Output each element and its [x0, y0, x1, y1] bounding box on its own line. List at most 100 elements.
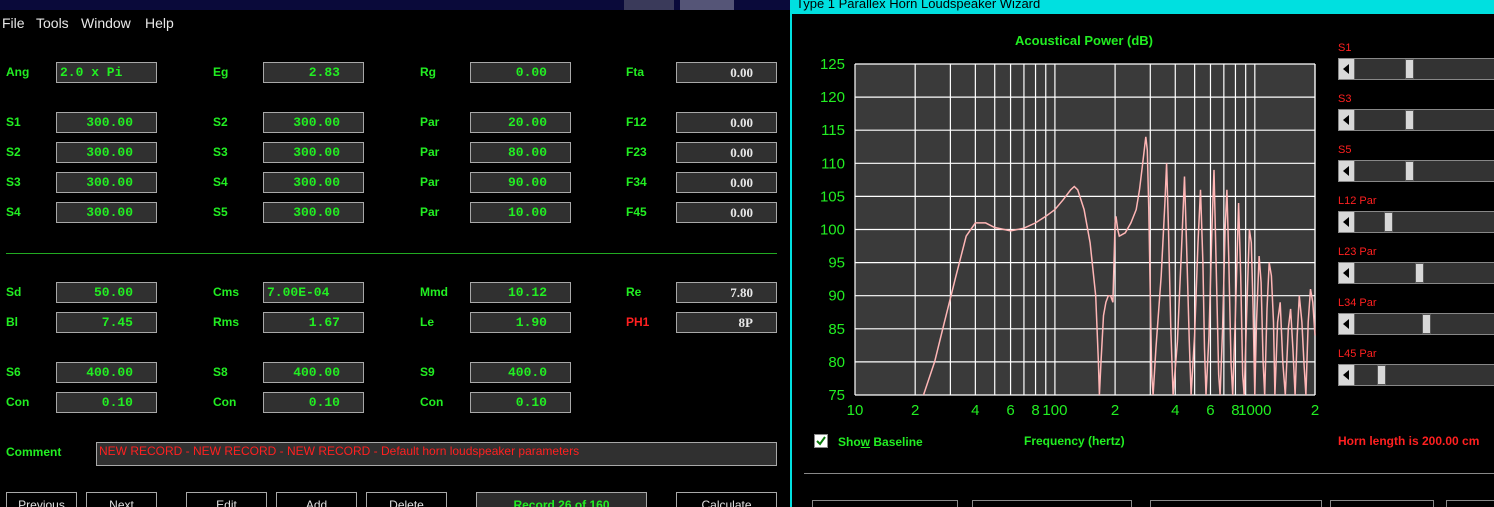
field-eg[interactable]: 2.83	[263, 62, 364, 83]
wizard-button-1[interactable]	[812, 500, 958, 507]
field-s9[interactable]: 400.0	[470, 362, 571, 383]
show-baseline-checkbox[interactable]	[814, 434, 828, 448]
field-s2-row2[interactable]: 300.00	[56, 142, 157, 163]
wizard-button-5[interactable]	[1446, 500, 1494, 507]
field-par-4[interactable]: 10.00	[470, 202, 571, 223]
field-par-3[interactable]: 90.00	[470, 172, 571, 193]
title-bar-button-max[interactable]	[680, 0, 734, 10]
slider-left-arrow-icon[interactable]	[1339, 110, 1355, 130]
field-con-3[interactable]: 0.10	[470, 392, 571, 413]
label-rms: Rms	[213, 315, 240, 329]
input-parameters-window: File Tools Window Help Ang 2.0 x Pi Eg 2…	[0, 0, 790, 507]
label-fta: Fta	[626, 65, 644, 79]
field-f45[interactable]: 0.00	[676, 202, 777, 223]
field-mmd[interactable]: 10.12	[470, 282, 571, 303]
slider-thumb[interactable]	[1376, 365, 1386, 385]
menu-help[interactable]: Help	[145, 12, 174, 34]
slider-track[interactable]	[1338, 313, 1494, 335]
field-s5[interactable]: 300.00	[263, 202, 364, 223]
x-tick-label: 6	[1206, 402, 1214, 419]
field-s8[interactable]: 400.00	[263, 362, 364, 383]
field-par-1[interactable]: 20.00	[470, 112, 571, 133]
label-s1: S1	[6, 115, 21, 129]
field-par-2[interactable]: 80.00	[470, 142, 571, 163]
bottom-divider	[804, 473, 1494, 474]
slider-left-arrow-icon[interactable]	[1339, 365, 1355, 385]
y-tick-label: 95	[828, 255, 845, 272]
field-sd[interactable]: 50.00	[56, 282, 157, 303]
label-s2: S2	[213, 115, 228, 129]
label-re: Re	[626, 285, 642, 299]
y-tick-label: 120	[820, 89, 845, 106]
add-button[interactable]: Add	[276, 492, 357, 507]
y-tick-label: 105	[820, 188, 845, 205]
slider-thumb[interactable]	[1415, 263, 1424, 283]
slider-track[interactable]	[1338, 109, 1494, 131]
field-f12[interactable]: 0.00	[676, 112, 777, 133]
wizard-button-4[interactable]	[1330, 500, 1434, 507]
field-ang[interactable]: 2.0 x Pi	[56, 62, 157, 83]
field-con-1[interactable]: 0.10	[56, 392, 157, 413]
menu-window[interactable]: Window	[81, 12, 131, 34]
slider-left-arrow-icon[interactable]	[1339, 212, 1355, 232]
field-f34[interactable]: 0.00	[676, 172, 777, 193]
x-tick-label: 2	[1111, 402, 1119, 419]
field-s4[interactable]: 300.00	[263, 172, 364, 193]
label-ang: Ang	[6, 65, 30, 79]
delete-button[interactable]: Delete	[366, 492, 447, 507]
field-rms[interactable]: 1.67	[263, 312, 364, 333]
x-tick-label: 8	[1031, 402, 1039, 419]
field-cms[interactable]: 7.00E-04	[263, 282, 364, 303]
slider-thumb[interactable]	[1405, 59, 1415, 79]
slider-track[interactable]	[1338, 262, 1494, 284]
slider-label: S3	[1338, 93, 1352, 105]
label-le: Le	[420, 315, 435, 329]
field-f23[interactable]: 0.00	[676, 142, 777, 163]
y-axis-ticks: 75 80 85 90 95 100 105 110 115 120 125	[820, 56, 845, 404]
field-s3[interactable]: 300.00	[263, 142, 364, 163]
slider-label: L34 Par	[1338, 297, 1377, 309]
field-ph1[interactable]: 8P	[676, 312, 777, 333]
menu-tools[interactable]: Tools	[36, 12, 69, 34]
slider-thumb[interactable]	[1405, 161, 1415, 181]
edit-button[interactable]: Edit	[186, 492, 267, 507]
slider-left-arrow-icon[interactable]	[1339, 59, 1355, 79]
comment-field[interactable]: NEW RECORD - NEW RECORD - NEW RECORD - D…	[96, 442, 777, 466]
field-le[interactable]: 1.90	[470, 312, 571, 333]
slider-thumb[interactable]	[1405, 110, 1415, 130]
label-sd: Sd	[6, 285, 22, 299]
label-s8: S8	[213, 365, 228, 379]
field-rg[interactable]: 0.00	[470, 62, 571, 83]
field-s1[interactable]: 300.00	[56, 112, 157, 133]
field-fta[interactable]: 0.00	[676, 62, 777, 83]
slider-track[interactable]	[1338, 58, 1494, 80]
label-par-1: Par	[420, 115, 440, 129]
field-con-2[interactable]: 0.10	[263, 392, 364, 413]
field-s4-row4[interactable]: 300.00	[56, 202, 157, 223]
slider-track[interactable]	[1338, 160, 1494, 182]
left-title-bar	[0, 0, 790, 10]
x-axis-label: Frequency (hertz)	[1024, 434, 1125, 448]
wizard-button-2[interactable]	[972, 500, 1132, 507]
menu-file[interactable]: File	[2, 12, 25, 34]
field-s2[interactable]: 300.00	[263, 112, 364, 133]
wizard-button-3[interactable]	[1150, 500, 1322, 507]
slider-track[interactable]	[1338, 364, 1494, 386]
slider-left-arrow-icon[interactable]	[1339, 314, 1355, 334]
horn-length-status: Horn length is 200.00 cm	[1338, 434, 1480, 448]
field-s6[interactable]: 400.00	[56, 362, 157, 383]
field-s3-row3[interactable]: 300.00	[56, 172, 157, 193]
previous-button[interactable]: Previous	[6, 492, 77, 507]
slider-thumb[interactable]	[1383, 212, 1393, 232]
calculate-button[interactable]: Calculate	[676, 492, 777, 507]
next-button[interactable]: Next	[86, 492, 157, 507]
show-baseline-label[interactable]: Show Baseline	[838, 435, 923, 449]
slider-thumb[interactable]	[1422, 314, 1432, 334]
label-con-2: Con	[213, 395, 237, 409]
slider-track[interactable]	[1338, 211, 1494, 233]
slider-left-arrow-icon[interactable]	[1339, 263, 1355, 283]
field-re[interactable]: 7.80	[676, 282, 777, 303]
field-bl[interactable]: 7.45	[56, 312, 157, 333]
slider-left-arrow-icon[interactable]	[1339, 161, 1355, 181]
title-bar-button-min[interactable]	[624, 0, 674, 10]
